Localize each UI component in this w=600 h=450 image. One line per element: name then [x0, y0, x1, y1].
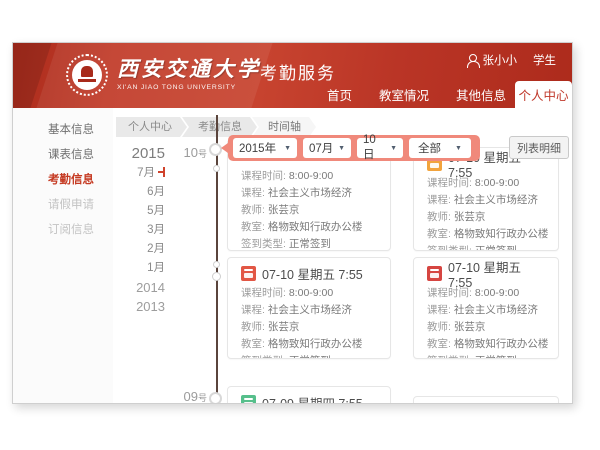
sidebar-item-basic-info[interactable]: 基本信息 [13, 118, 113, 143]
scale-month-feb[interactable]: 2月 [113, 240, 165, 259]
nav-item-classrooms[interactable]: 教室情况 [379, 85, 429, 104]
timeline-node-dot [213, 165, 220, 172]
card-date: 07-10 星期五 7:55 [262, 264, 363, 283]
user-role: 学生 [533, 52, 556, 68]
sidebar-item-leave-request[interactable]: 请假申请 [13, 193, 113, 218]
app-title: 考勤服务 [260, 59, 336, 84]
breadcrumb-timeline[interactable]: 时间轴 [252, 117, 316, 137]
user-name: 张小小 [483, 52, 518, 68]
sidebar-item-attendance[interactable]: 考勤信息 [13, 168, 113, 193]
scale-year-2013[interactable]: 2013 [113, 297, 165, 316]
top-nav: 首页 教室情况 其他信息 [327, 81, 506, 108]
university-name-en: XI'AN JIAO TONG UNIVERSITY [117, 84, 261, 91]
timeline-axis [216, 115, 218, 403]
sign-type-calendar-icon [427, 266, 442, 281]
list-detail-button[interactable]: 列表明细 [509, 136, 569, 159]
university-logo-icon [66, 54, 108, 96]
chevron-down-icon: ▼ [390, 145, 397, 152]
app-window: 西安交通大学 XI'AN JIAO TONG UNIVERSITY 考勤服务 张… [12, 42, 573, 404]
filter-bubble: 2015年 ▼ 07月 ▼ 10日 ▼ 全部 ▼ [228, 135, 480, 161]
sign-type-calendar-icon [241, 395, 256, 405]
nav-item-other-info[interactable]: 其他信息 [456, 85, 506, 104]
breadcrumb-attendance[interactable]: 考勤信息 [182, 117, 257, 137]
scale-month-jun[interactable]: 6月 [113, 183, 165, 202]
attendance-card[interactable]: 07-10 星期五 7:55 课程时间: 8:00-9:00 课程: 社会主义市… [413, 257, 559, 359]
timeline-node-dot [212, 272, 221, 281]
timeline-node-dot [213, 261, 220, 268]
nav-item-personal-center[interactable]: 个人中心 [515, 81, 572, 108]
scale-month-jul[interactable]: 7月 [113, 164, 165, 183]
sidebar-item-subscription[interactable]: 订阅信息 [13, 218, 113, 243]
year-dropdown[interactable]: 2015年 ▼ [233, 138, 297, 158]
app-header: 西安交通大学 XI'AN JIAO TONG UNIVERSITY 考勤服务 张… [13, 43, 572, 108]
university-brand: 西安交通大学 XI'AN JIAO TONG UNIVERSITY [117, 53, 261, 91]
month-dropdown[interactable]: 07月 ▼ [303, 138, 351, 158]
breadcrumb-personal-center[interactable]: 个人中心 [116, 117, 187, 137]
attendance-card[interactable] [413, 396, 559, 404]
user-icon [467, 54, 478, 66]
user-info[interactable]: 张小小 学生 [467, 52, 557, 68]
chevron-down-icon: ▼ [455, 145, 462, 152]
scale-year-2015[interactable]: 2015 [113, 144, 165, 164]
timeline-day-10: 10号 [163, 145, 207, 160]
university-name-cn: 西安交通大学 [117, 53, 261, 83]
timeline-scale: 2015 7月 6月 5月 3月 2月 1月 2014 2013 [113, 144, 165, 316]
chevron-down-icon: ▼ [338, 145, 345, 152]
sidebar-item-schedule[interactable]: 课表信息 [13, 143, 113, 168]
attendance-card[interactable]: 07-10 星期五 7:55 课程时间: 8:00-9:00 课程: 社会主义市… [227, 257, 391, 359]
timeline-day-09: 09号 [163, 389, 207, 404]
timeline-node-day09 [209, 392, 222, 404]
day-dropdown[interactable]: 10日 ▼ [357, 138, 403, 158]
screenshot-stage: 西安交通大学 XI'AN JIAO TONG UNIVERSITY 考勤服务 张… [0, 0, 600, 450]
chevron-down-icon: ▼ [284, 145, 291, 152]
current-month-marker-icon [157, 167, 165, 177]
scale-year-2014[interactable]: 2014 [113, 278, 165, 297]
nav-item-home[interactable]: 首页 [327, 85, 352, 104]
sidebar: 基本信息 课表信息 考勤信息 请假申请 订阅信息 [13, 108, 113, 403]
attendance-card[interactable]: 07-10 星期五 7:55 课程时间: 8:00-9:00 课程: 社会主义市… [413, 147, 559, 251]
scale-month-jan[interactable]: 1月 [113, 259, 165, 278]
attendance-card[interactable]: 07-09 星期四 7:55 [227, 386, 391, 404]
card-date: 07-09 星期四 7:55 [262, 393, 363, 405]
sign-type-dropdown[interactable]: 全部 ▼ [409, 138, 471, 158]
scale-month-mar[interactable]: 3月 [113, 221, 165, 240]
sign-type-calendar-icon [241, 266, 256, 281]
scale-month-may[interactable]: 5月 [113, 202, 165, 221]
